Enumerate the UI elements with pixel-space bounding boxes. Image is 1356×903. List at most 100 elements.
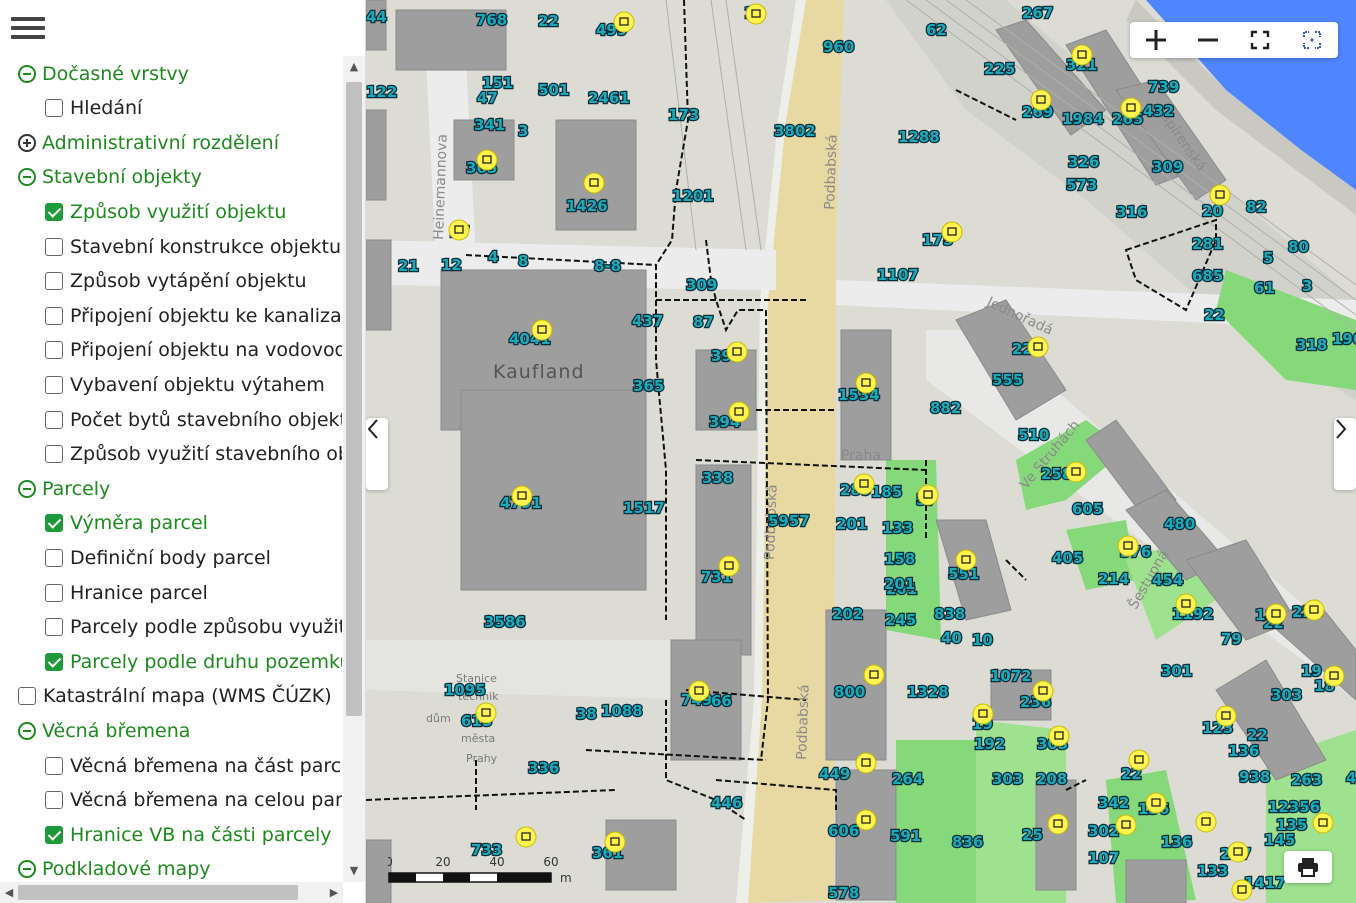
- zoom-in-button[interactable]: [1130, 22, 1182, 58]
- layer-checkbox[interactable]: [45, 306, 63, 325]
- expand-right-panel-button[interactable]: [1334, 418, 1356, 490]
- layer-item[interactable]: Věcná břemena na část parcely: [45, 748, 342, 782]
- layer-checkbox[interactable]: [45, 583, 63, 602]
- building-usage-marker-icon[interactable]: [718, 555, 740, 577]
- scrollbar-thumb[interactable]: [18, 885, 298, 900]
- layer-item[interactable]: Definiční body parcel: [45, 540, 271, 574]
- layer-item[interactable]: Katastrální mapa (WMS ČÚZK): [18, 679, 332, 713]
- building-usage-marker-icon[interactable]: [1195, 811, 1217, 833]
- building-usage-marker-icon[interactable]: [1120, 97, 1142, 119]
- layer-tree-vertical-scrollbar[interactable]: ▲ ▼: [343, 56, 365, 882]
- scroll-up-icon[interactable]: ▲: [343, 56, 365, 78]
- layer-item[interactable]: Způsob vytápění objektu: [45, 264, 307, 298]
- building-usage-marker-icon[interactable]: [917, 484, 939, 506]
- building-usage-marker-icon[interactable]: [1303, 599, 1325, 621]
- building-usage-marker-icon[interactable]: [1145, 792, 1167, 814]
- layer-checkbox[interactable]: [45, 618, 63, 637]
- building-usage-marker-icon[interactable]: [1065, 461, 1087, 483]
- building-usage-marker-icon[interactable]: [1047, 813, 1069, 835]
- building-usage-marker-icon[interactable]: [604, 831, 626, 853]
- layer-item[interactable]: Vybavení objektu výtahem: [45, 367, 325, 401]
- layer-item[interactable]: Hranice parcel: [45, 575, 208, 609]
- building-usage-marker-icon[interactable]: [1231, 879, 1253, 901]
- collapse-minus-icon[interactable]: [18, 479, 36, 498]
- building-usage-marker-icon[interactable]: [1030, 89, 1052, 111]
- building-usage-marker-icon[interactable]: [972, 703, 994, 725]
- layer-item[interactable]: Hledání: [45, 91, 142, 125]
- layer-checkbox[interactable]: [45, 202, 63, 221]
- building-usage-marker-icon[interactable]: [1265, 603, 1287, 625]
- zoom-to-extent-button[interactable]: [1286, 22, 1338, 58]
- building-usage-marker-icon[interactable]: [1175, 593, 1197, 615]
- building-usage-marker-icon[interactable]: [1115, 814, 1137, 836]
- layer-item[interactable]: Parcely podle způsobu využití: [45, 610, 342, 644]
- layer-item[interactable]: Výměra parcel: [45, 506, 208, 540]
- layer-item[interactable]: Věcná břemena na celou parcelu: [45, 783, 342, 817]
- building-usage-marker-icon[interactable]: [531, 319, 553, 341]
- collapse-minus-icon[interactable]: [18, 721, 36, 740]
- layer-item[interactable]: Počet bytů stavebního objektu: [45, 402, 342, 436]
- layer-item[interactable]: Připojení objektu na vodovod: [45, 333, 342, 367]
- hamburger-menu-icon[interactable]: [11, 17, 45, 43]
- scroll-left-icon[interactable]: ◀: [0, 882, 18, 903]
- collapse-minus-icon[interactable]: [18, 860, 36, 879]
- building-usage-marker-icon[interactable]: [1227, 841, 1249, 863]
- layer-item[interactable]: Způsob využití stavebního objektu: [45, 437, 342, 471]
- fullscreen-button[interactable]: [1234, 22, 1286, 58]
- building-usage-marker-icon[interactable]: [1071, 44, 1093, 66]
- building-usage-marker-icon[interactable]: [728, 401, 750, 423]
- layer-group[interactable]: Administrativní rozdělení: [18, 125, 279, 159]
- building-usage-marker-icon[interactable]: [448, 219, 470, 241]
- building-usage-marker-icon[interactable]: [688, 680, 710, 702]
- layer-checkbox[interactable]: [18, 687, 36, 706]
- building-usage-marker-icon[interactable]: [475, 702, 497, 724]
- layer-checkbox[interactable]: [45, 548, 63, 567]
- print-button[interactable]: [1284, 851, 1332, 883]
- scroll-right-icon[interactable]: ▶: [325, 882, 343, 903]
- layer-checkbox[interactable]: [45, 341, 63, 360]
- map-canvas[interactable]: KauflandPrahaPodbabskáPodbabskáPodbabská…: [366, 0, 1356, 903]
- building-usage-marker-icon[interactable]: [726, 341, 748, 363]
- building-usage-marker-icon[interactable]: [955, 549, 977, 571]
- building-usage-marker-icon[interactable]: [1048, 725, 1070, 747]
- scroll-down-icon[interactable]: ▼: [343, 860, 365, 882]
- layer-checkbox[interactable]: [45, 237, 63, 256]
- layer-checkbox[interactable]: [45, 514, 63, 533]
- building-usage-marker-icon[interactable]: [855, 809, 877, 831]
- building-usage-marker-icon[interactable]: [476, 149, 498, 171]
- map-view[interactable]: Kaufland Praha Podbabská Podbabská Podbabská…: [366, 0, 1356, 903]
- layer-checkbox[interactable]: [45, 410, 63, 429]
- building-usage-marker-icon[interactable]: [855, 752, 877, 774]
- building-usage-marker-icon[interactable]: [941, 221, 963, 243]
- building-usage-marker-icon[interactable]: [1209, 184, 1231, 206]
- building-usage-marker-icon[interactable]: [613, 11, 635, 33]
- layer-checkbox[interactable]: [45, 375, 63, 394]
- layer-item[interactable]: Způsob využití objektu: [45, 194, 286, 228]
- collapse-minus-icon[interactable]: [18, 64, 36, 83]
- collapse-sidebar-button[interactable]: [366, 418, 388, 490]
- layer-group[interactable]: Podkladové mapy: [18, 852, 211, 882]
- building-usage-marker-icon[interactable]: [511, 485, 533, 507]
- layer-item[interactable]: Stavební konstrukce objektu: [45, 229, 341, 263]
- layer-group[interactable]: Stavební objekty: [18, 160, 202, 194]
- building-usage-marker-icon[interactable]: [745, 3, 767, 25]
- layer-checkbox[interactable]: [45, 825, 63, 844]
- scrollbar-thumb[interactable]: [346, 82, 362, 716]
- expand-plus-icon[interactable]: [18, 133, 36, 152]
- building-usage-marker-icon[interactable]: [863, 664, 885, 686]
- layer-item[interactable]: Připojení objektu ke kanalizaci: [45, 298, 342, 332]
- layer-group[interactable]: Parcely: [18, 471, 110, 505]
- building-usage-marker-icon[interactable]: [1312, 812, 1334, 834]
- layer-item[interactable]: Hranice VB na části parcely: [45, 817, 332, 851]
- zoom-out-button[interactable]: [1182, 22, 1234, 58]
- collapse-minus-icon[interactable]: [18, 168, 36, 187]
- layer-checkbox[interactable]: [45, 791, 63, 810]
- layer-group[interactable]: Dočasné vrstvy: [18, 56, 189, 90]
- building-usage-marker-icon[interactable]: [1117, 535, 1139, 557]
- building-usage-marker-icon[interactable]: [1215, 705, 1237, 727]
- layer-checkbox[interactable]: [45, 445, 63, 464]
- building-usage-marker-icon[interactable]: [1128, 749, 1150, 771]
- building-usage-marker-icon[interactable]: [583, 172, 605, 194]
- building-usage-marker-icon[interactable]: [1027, 336, 1049, 358]
- layer-checkbox[interactable]: [45, 99, 63, 118]
